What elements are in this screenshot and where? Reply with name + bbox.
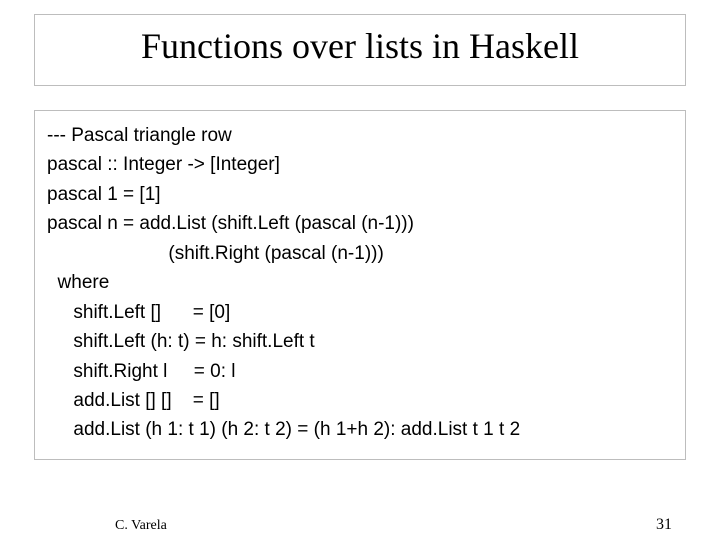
footer-page-number: 31 xyxy=(656,516,672,534)
code-line: shift.Right l = 0: l xyxy=(47,357,673,386)
code-line: pascal :: Integer -> [Integer] xyxy=(47,150,673,179)
code-line: shift.Left (h: t) = h: shift.Left t xyxy=(47,327,673,356)
code-line: where xyxy=(47,268,673,297)
slide-title: Functions over lists in Haskell xyxy=(141,26,579,66)
code-line: --- Pascal triangle row xyxy=(47,121,673,150)
code-line: pascal n = add.List (shift.Left (pascal … xyxy=(47,209,673,238)
code-container: --- Pascal triangle row pascal :: Intege… xyxy=(34,110,686,460)
code-line: pascal 1 = [1] xyxy=(47,180,673,209)
code-line: add.List (h 1: t 1) (h 2: t 2) = (h 1+h … xyxy=(47,415,673,444)
title-container: Functions over lists in Haskell xyxy=(34,14,686,86)
footer-author: C. Varela xyxy=(115,518,167,534)
code-line: add.List [] [] = [] xyxy=(47,386,673,415)
code-line: shift.Left [] = [0] xyxy=(47,298,673,327)
code-line: (shift.Right (pascal (n-1))) xyxy=(47,239,673,268)
